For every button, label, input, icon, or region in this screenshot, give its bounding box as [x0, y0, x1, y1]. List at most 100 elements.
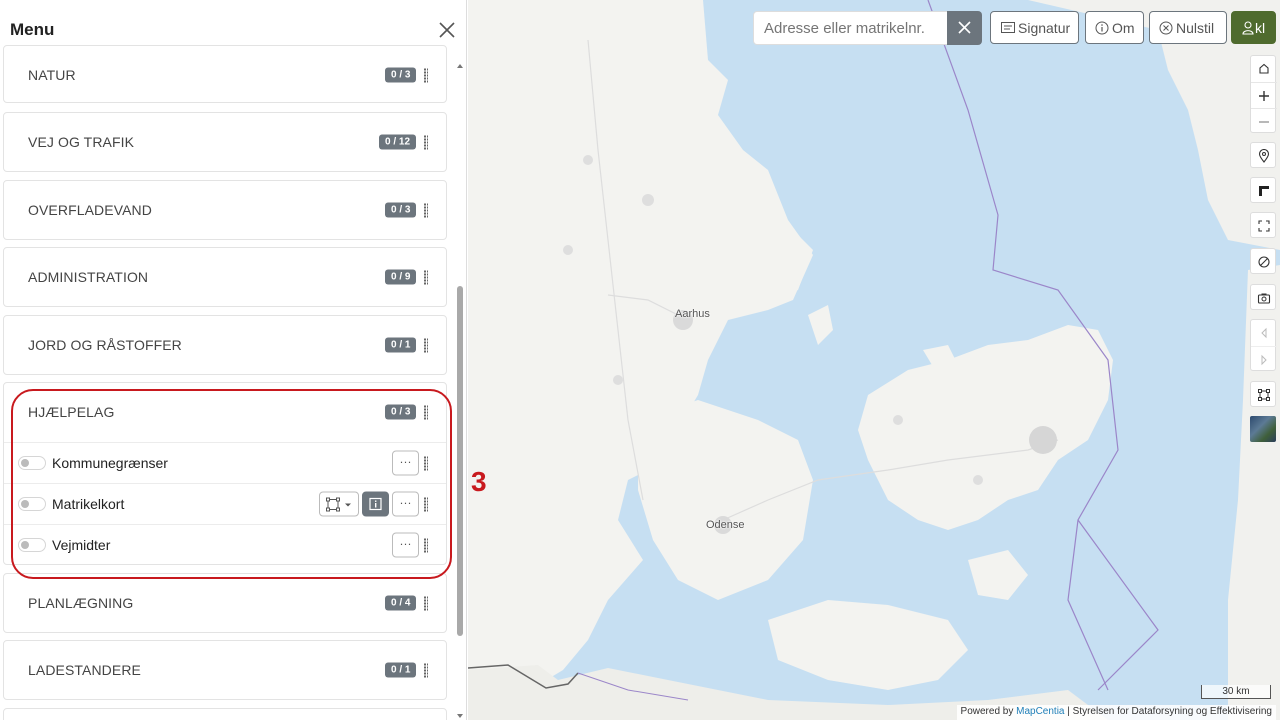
close-icon	[439, 22, 455, 38]
reset-circle-x-icon	[1159, 21, 1173, 35]
history-navigation	[1250, 319, 1277, 372]
camera-icon	[1257, 293, 1271, 304]
clear-icon	[1258, 256, 1270, 268]
layer-group-ladestandere: LADESTANDERE 0 / 1	[3, 640, 447, 700]
drag-handle-icon[interactable]	[424, 663, 428, 677]
group-label: HJÆLPELAG	[28, 404, 115, 420]
layer-row-matrikelkort: Matrikelkort ···	[4, 483, 446, 524]
zoom-in-button[interactable]	[1251, 82, 1277, 108]
city-label-odense: Odense	[706, 519, 745, 531]
search-clear-button[interactable]	[947, 11, 982, 45]
close-menu-button[interactable]	[436, 19, 458, 41]
drag-handle-icon[interactable]	[424, 538, 428, 552]
user-icon	[1242, 21, 1254, 35]
scale-bar: 30 km	[1201, 685, 1271, 699]
zoom-out-icon	[1259, 121, 1269, 123]
zoom-in-icon	[1259, 91, 1269, 101]
user-button[interactable]: kl	[1231, 11, 1276, 44]
drag-handle-icon[interactable]	[424, 338, 428, 352]
layer-label: Kommunegrænser	[52, 455, 168, 471]
clear-button[interactable]	[1250, 248, 1276, 274]
scroll-up-arrow-icon[interactable]	[455, 58, 465, 68]
drag-handle-icon[interactable]	[424, 497, 428, 511]
forward-button[interactable]	[1251, 346, 1277, 372]
group-label: LADESTANDERE	[28, 662, 141, 678]
forward-icon	[1261, 354, 1267, 366]
locate-button[interactable]	[1250, 142, 1276, 168]
fullscreen-button[interactable]	[1250, 212, 1276, 238]
layer-group-partial	[3, 708, 447, 720]
map-canvas[interactable]: Aarhus Odense	[468, 0, 1280, 720]
map-basemap	[468, 0, 1280, 720]
om-button[interactable]: Om	[1085, 11, 1144, 44]
layer-toggle[interactable]	[18, 538, 46, 552]
drag-handle-icon[interactable]	[424, 596, 428, 610]
drag-handle-icon[interactable]	[424, 405, 428, 419]
layer-toggle[interactable]	[18, 497, 46, 511]
more-icon: ···	[399, 495, 412, 510]
layer-row-vejmidter: Vejmidter ···	[4, 524, 446, 565]
layer-group-hjaelpelag: HJÆLPELAG 0 / 3 Kommunegrænser ··· Matri…	[3, 382, 447, 565]
home-button[interactable]	[1251, 56, 1277, 82]
baselayer-switch-button[interactable]	[1250, 177, 1276, 203]
group-header-vej-og-trafik[interactable]: VEJ OG TRAFIK 0 / 12	[4, 113, 446, 171]
group-label: PLANLÆGNING	[28, 595, 134, 611]
screenshot-button[interactable]	[1250, 284, 1276, 310]
home-icon	[1259, 63, 1269, 74]
layer-toggle[interactable]	[18, 456, 46, 470]
group-label: OVERFLADEVAND	[28, 202, 152, 218]
group-header-overfladevand[interactable]: OVERFLADEVAND 0 / 3	[4, 181, 446, 239]
layer-label: Vejmidter	[52, 537, 111, 553]
layer-count-badge: 0 / 12	[379, 134, 417, 150]
annotation-number: 3	[471, 466, 487, 497]
layer-count-badge: 0 / 3	[385, 404, 417, 420]
signature-icon	[1001, 22, 1015, 33]
layer-info-button[interactable]	[362, 491, 389, 517]
more-icon: ···	[399, 454, 412, 469]
feature-select-dropdown[interactable]	[319, 491, 359, 517]
layer-group-overfladevand: OVERFLADEVAND 0 / 3	[3, 180, 447, 240]
address-search-input[interactable]	[753, 11, 948, 45]
scroll-thumb[interactable]	[457, 286, 463, 636]
group-header-administration[interactable]: ADMINISTRATION 0 / 9	[4, 248, 446, 306]
group-header-natur[interactable]: NATUR 0 / 3	[4, 46, 446, 104]
draw-polygon-icon	[1258, 389, 1270, 401]
drag-handle-icon[interactable]	[424, 135, 428, 149]
close-icon	[958, 21, 971, 34]
layer-options-button[interactable]: ···	[392, 532, 419, 558]
group-label: JORD OG RÅSTOFFER	[28, 337, 182, 353]
layer-group-jord-og-raastoffer: JORD OG RÅSTOFFER 0 / 1	[3, 315, 447, 375]
scroll-down-arrow-icon[interactable]	[455, 708, 465, 718]
layer-count-badge: 0 / 1	[385, 337, 417, 353]
info-icon	[369, 497, 382, 511]
drag-handle-icon[interactable]	[424, 270, 428, 284]
baselayer-corner-icon	[1259, 186, 1269, 196]
group-header-hjaelpelag[interactable]: HJÆLPELAG 0 / 3	[4, 383, 446, 441]
group-label: VEJ OG TRAFIK	[28, 134, 135, 150]
group-header-jord-og-raastoffer[interactable]: JORD OG RÅSTOFFER 0 / 1	[4, 316, 446, 374]
drag-handle-icon[interactable]	[424, 203, 428, 217]
layer-count-badge: 0 / 3	[385, 202, 417, 218]
more-icon: ···	[399, 536, 412, 551]
city-label-aarhus: Aarhus	[675, 308, 710, 320]
sidebar-scrollbar[interactable]	[455, 58, 465, 720]
layer-group-vej-og-trafik: VEJ OG TRAFIK 0 / 12	[3, 112, 447, 172]
layer-options-button[interactable]: ···	[392, 450, 419, 476]
layer-row-kommunegraenser: Kommunegrænser ···	[4, 442, 446, 483]
drag-handle-icon[interactable]	[424, 456, 428, 470]
satellite-baselayer-thumbnail[interactable]	[1250, 416, 1276, 442]
sidebar-menu: Menu NATUR 0 / 3 VEJ OG TRAFIK 0 / 12 OV…	[0, 0, 467, 720]
group-label: ADMINISTRATION	[28, 269, 149, 285]
group-header-ladestandere[interactable]: LADESTANDERE 0 / 1	[4, 641, 446, 699]
nulstil-button[interactable]: Nulstil	[1149, 11, 1227, 44]
draw-button[interactable]	[1250, 381, 1276, 407]
back-button[interactable]	[1251, 320, 1277, 346]
mapcentia-link[interactable]: MapCentia	[1016, 706, 1064, 717]
signatur-button[interactable]: Signatur	[990, 11, 1079, 44]
layer-group-natur: NATUR 0 / 3	[3, 45, 447, 103]
layer-options-button[interactable]: ···	[392, 491, 419, 517]
zoom-out-button[interactable]	[1251, 108, 1277, 134]
map-attribution: Powered by MapCentia | Styrelsen for Dat…	[956, 705, 1276, 720]
drag-handle-icon[interactable]	[424, 68, 428, 82]
group-header-planlaegning[interactable]: PLANLÆGNING 0 / 4	[4, 574, 446, 632]
